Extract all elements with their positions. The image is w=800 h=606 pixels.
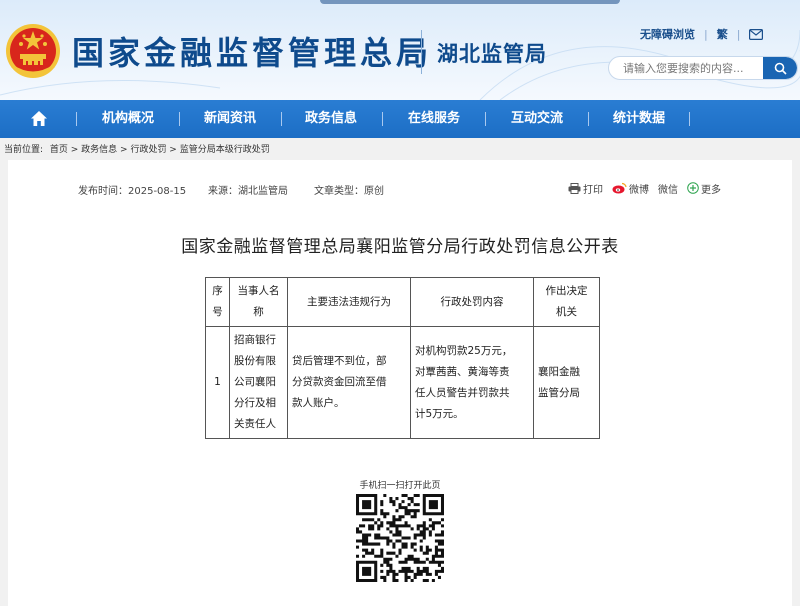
link-separator: |: [736, 27, 741, 41]
nav-item-government-info[interactable]: 政务信息: [305, 100, 357, 138]
cell-violation: 贷后管理不到位，部 分贷款资金回流至借 款人账户。: [287, 326, 411, 439]
penalty-table: 序 号 当事人名 称 主要违法违规行为 行政处罚内容 作出决定 机关 1 招商银…: [205, 277, 600, 439]
nav-separator: [179, 112, 180, 126]
header-no: 序 号: [205, 277, 230, 327]
weibo-share-button[interactable]: 微博: [612, 181, 649, 196]
weibo-label: 微博: [629, 184, 649, 196]
search-input[interactable]: [609, 57, 765, 79]
header-violation: 主要违法违规行为: [287, 277, 411, 327]
cell-line: 对覃茜茜、黄海等责: [415, 365, 510, 378]
cell-line: 监管分局: [538, 386, 580, 399]
header-text: 序: [212, 285, 223, 297]
search-icon: [774, 62, 787, 75]
breadcrumb-label: 当前位置:: [4, 145, 44, 155]
wechat-share-button[interactable]: 微信: [658, 181, 678, 196]
nav-item-online-service[interactable]: 在线服务: [408, 100, 460, 138]
mail-icon[interactable]: [749, 28, 764, 40]
cell-line: 襄阳金融: [538, 365, 580, 378]
cell-no: 1: [205, 326, 230, 439]
nav-item-statistics[interactable]: 统计数据: [613, 100, 665, 138]
article-source: 来源：湖北监管局: [208, 186, 288, 197]
qr-label: 手机扫一扫打开此页: [359, 481, 441, 491]
link-separator: |: [704, 27, 708, 41]
home-icon[interactable]: [30, 110, 48, 127]
nav-separator: [382, 112, 383, 126]
print-label: 打印: [583, 184, 603, 196]
top-links: 无障碍浏览 | 繁 |: [640, 26, 764, 42]
search-box: [608, 56, 798, 80]
cell-line: 股份有限: [234, 355, 276, 367]
site-header: 国家金融监督管理总局 湖北监管局 无障碍浏览 | 繁 |: [0, 0, 800, 100]
table-row: 1 招商银行 股份有限 公司襄阳 分行及相 关责任人 贷后管理不到位，部 分贷款…: [205, 326, 600, 439]
cell-line: 分贷款资金回流至借: [292, 376, 387, 388]
plus-circle-icon: [687, 182, 699, 194]
header-text: 机关: [556, 306, 577, 318]
traditional-chinese-link[interactable]: 繁: [717, 26, 728, 42]
print-icon: [568, 182, 581, 194]
nav-item-interaction[interactable]: 互动交流: [511, 100, 563, 138]
wechat-label: 微信: [658, 184, 678, 196]
cell-authority: 襄阳金融 监管分局: [533, 326, 600, 439]
cell-line: 公司襄阳: [234, 376, 276, 388]
qr-code-icon: [356, 494, 444, 582]
cell-line: 款人账户。: [292, 397, 345, 409]
national-emblem-icon: [6, 24, 60, 78]
cell-line: 计5万元。: [415, 407, 464, 420]
search-button[interactable]: [763, 57, 797, 79]
bureau-title[interactable]: 湖北监管局: [437, 38, 547, 68]
nav-item-institution[interactable]: 机构概况: [102, 100, 154, 138]
article-container: 发布时间：2025-08-15 来源：湖北监管局 文章类型：原创 打印 微博 微…: [8, 160, 792, 606]
header-authority: 作出决定 机关: [533, 277, 600, 327]
more-label: 更多: [701, 184, 721, 196]
nav-item-news[interactable]: 新闻资讯: [204, 100, 256, 138]
more-share-button[interactable]: 更多: [687, 181, 721, 196]
table-header-row: 序 号 当事人名 称 主要违法违规行为 行政处罚内容 作出决定 机关: [205, 277, 600, 327]
nav-separator: [485, 112, 486, 126]
breadcrumb: 当前位置: 首页 > 政务信息 > 行政处罚 > 监管分局本级行政处罚: [4, 142, 274, 155]
header-text: 称: [253, 306, 264, 318]
site-title[interactable]: 国家金融监督管理总局: [72, 28, 432, 74]
cell-party: 招商银行 股份有限 公司襄阳 分行及相 关责任人: [229, 326, 288, 439]
article-type: 文章类型：原创: [314, 186, 384, 197]
cell-line: 招商银行: [234, 334, 276, 346]
header-text: 作出决定: [545, 285, 588, 297]
header-text: 号: [212, 306, 223, 318]
cell-line: 分行及相: [234, 397, 276, 409]
header-text: 当事人名: [237, 285, 280, 297]
header-penalty: 行政处罚内容: [410, 277, 534, 327]
cell-line: 关责任人: [234, 418, 276, 430]
cell-line: 任人员警告并罚款共: [415, 386, 510, 399]
nav-separator: [588, 112, 589, 126]
header-top-accent: [320, 0, 620, 4]
cell-line: 贷后管理不到位，部: [292, 355, 387, 367]
nav-separator: [689, 112, 690, 126]
header-party: 当事人名 称: [229, 277, 288, 327]
weibo-icon: [612, 182, 627, 194]
share-toolbar: 打印 微博 微信 更多: [568, 180, 730, 196]
article-title: 国家金融监督管理总局襄阳监管分局行政处罚信息公开表: [181, 237, 619, 257]
cell-line: 对机构罚款25万元，: [415, 344, 513, 357]
accessibility-link[interactable]: 无障碍浏览: [640, 26, 695, 42]
cell-penalty: 对机构罚款25万元， 对覃茜茜、黄海等责 任人员警告并罚款共 计5万元。: [410, 326, 534, 439]
publish-time: 发布时间：2025-08-15: [78, 186, 187, 197]
breadcrumb-path[interactable]: 首页 > 政务信息 > 行政处罚 > 监管分局本级行政处罚: [50, 145, 270, 155]
title-divider: [421, 30, 422, 74]
nav-separator: [281, 112, 282, 126]
nav-separator: [76, 112, 77, 126]
main-nav: 机构概况 新闻资讯 政务信息 在线服务 互动交流 统计数据: [0, 100, 800, 138]
print-button[interactable]: 打印: [568, 181, 603, 196]
